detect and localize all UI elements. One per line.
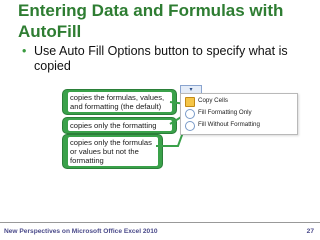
menu-item-fill-formatting-only[interactable]: Fill Formatting Only — [181, 108, 297, 119]
menu-item-copy-cells[interactable]: Copy Cells — [181, 96, 297, 107]
menu-item-label: Fill Without Formatting — [198, 121, 260, 128]
menu-item-fill-without-formatting[interactable]: Fill Without Formatting — [181, 120, 297, 131]
page-number: 27 — [306, 228, 314, 235]
radio-selected-icon — [185, 97, 195, 107]
menu-item-label: Copy Cells — [198, 97, 228, 104]
radio-icon — [185, 121, 195, 131]
menu-item-label: Fill Formatting Only — [198, 109, 252, 116]
footer-text: New Perspectives on Microsoft Office Exc… — [4, 228, 158, 235]
auto-fill-options-menu: Copy Cells Fill Formatting Only Fill Wit… — [180, 93, 298, 135]
footer-divider — [0, 222, 320, 223]
radio-icon — [185, 109, 195, 119]
